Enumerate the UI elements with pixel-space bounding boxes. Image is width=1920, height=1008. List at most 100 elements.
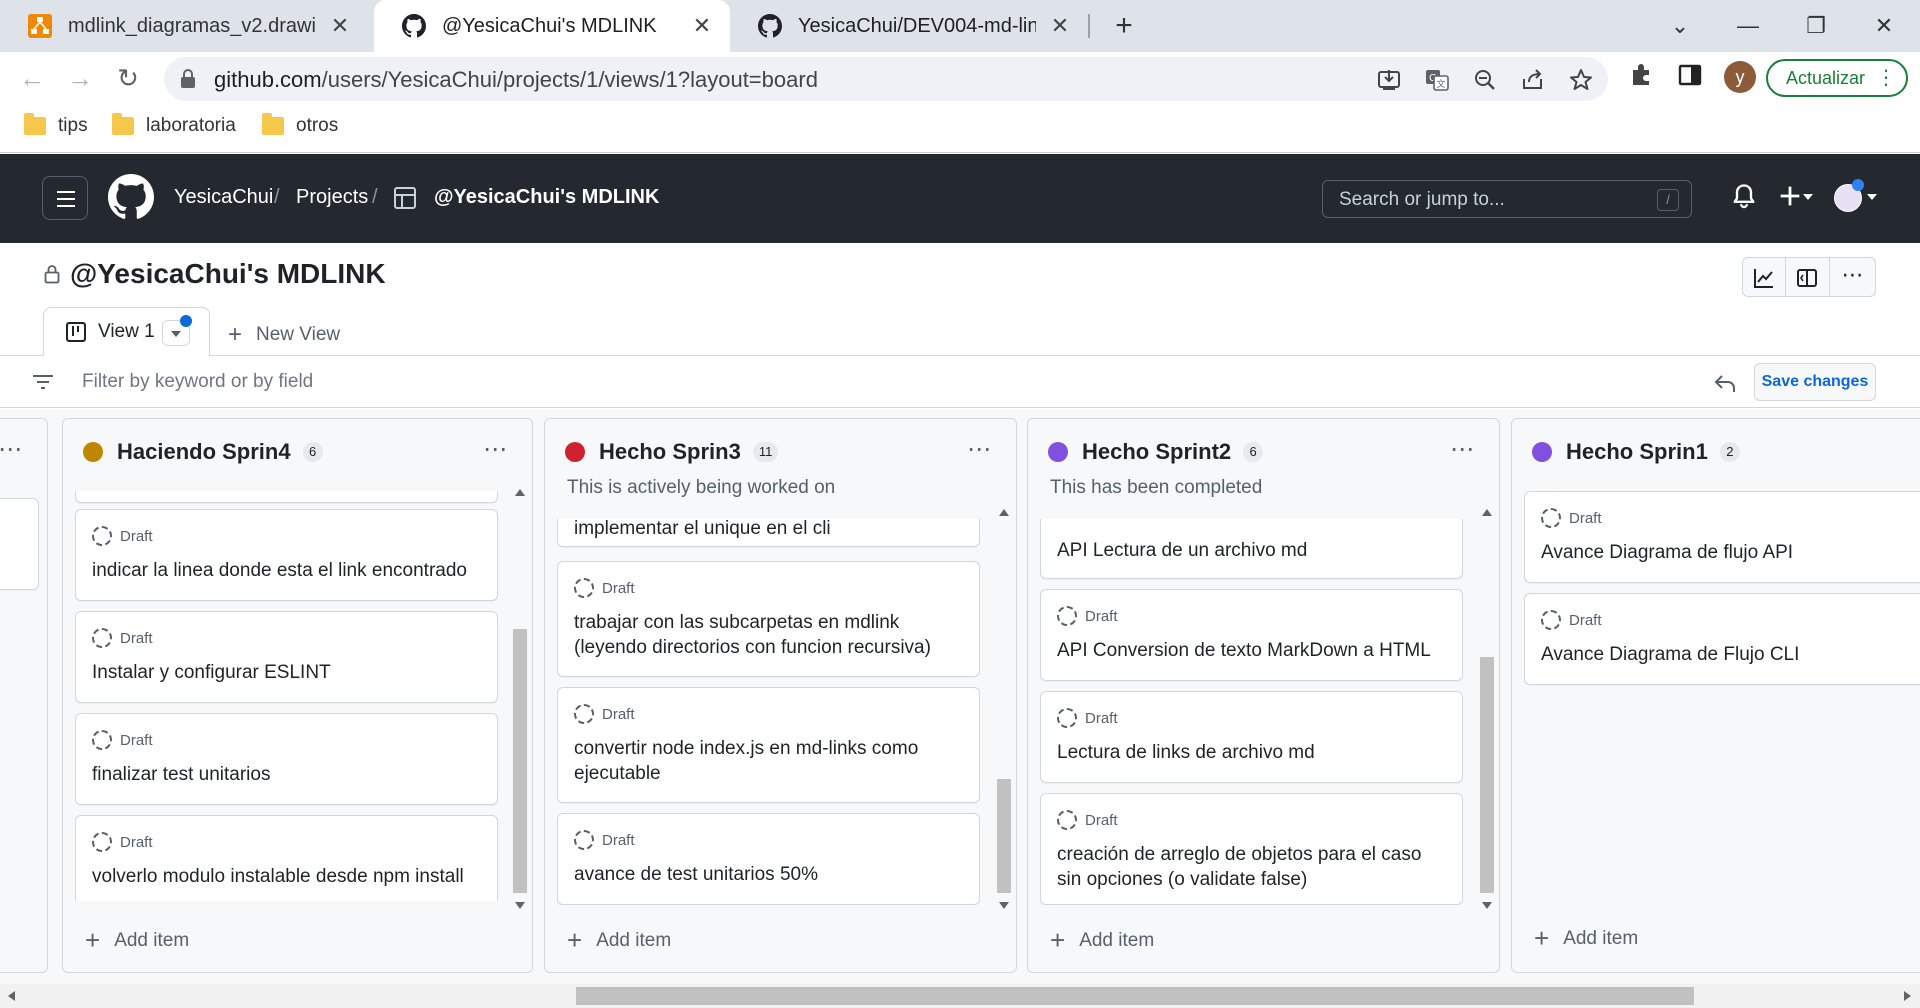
scrollbar-thumb[interactable] (513, 629, 527, 893)
close-tab-icon[interactable]: ✕ (690, 13, 714, 39)
close-tab-icon[interactable]: ✕ (1048, 13, 1072, 39)
add-item-button[interactable]: + Add item (85, 925, 189, 956)
translate-icon[interactable]: G文 (1424, 67, 1450, 93)
column-scrollbar[interactable] (512, 483, 528, 913)
column-scrollbar[interactable] (1479, 503, 1495, 913)
add-item-button[interactable]: + Add item (567, 925, 671, 956)
card-item[interactable]: implementar el unique en el cli (557, 519, 980, 547)
scrollbar-thumb[interactable] (997, 779, 1011, 893)
bookmark-star-icon[interactable] (1568, 67, 1594, 93)
breadcrumb-user[interactable]: YesicaChui (174, 186, 273, 209)
notifications-bell-icon[interactable] (1730, 182, 1758, 210)
scroll-up-arrow-icon[interactable] (515, 489, 525, 496)
card-item[interactable]: Draft creación de arreglo de objetos par… (1040, 793, 1463, 905)
card-title[interactable]: API Lectura de un archivo md (1057, 538, 1446, 563)
scroll-up-arrow-icon[interactable] (999, 509, 1009, 516)
scroll-down-arrow-icon[interactable] (515, 902, 525, 909)
address-bar[interactable]: github.com/users/YesicaChui/projects/1/v… (164, 57, 1608, 101)
browser-tab-repo[interactable]: YesicaChui/DEV004-md-links ✕ (730, 0, 1088, 52)
card-item[interactable]: Draft API Conversion de texto MarkDown a… (1040, 589, 1463, 681)
card-item[interactable]: Draft Avance Diagrama de flujo API (1524, 491, 1920, 583)
column-more-options-icon[interactable]: ⋯ (967, 435, 992, 464)
card-item[interactable]: Draft volverlo modulo instalable desde n… (75, 815, 498, 901)
discard-changes-undo-icon[interactable] (1712, 372, 1738, 394)
card-item[interactable]: Draft indicar la linea donde esta el lin… (75, 509, 498, 601)
close-tab-icon[interactable]: ✕ (328, 13, 352, 39)
bookmark-folder-otros[interactable]: otros (262, 113, 338, 137)
restore-window-icon[interactable]: ❐ (1796, 8, 1836, 44)
card-title[interactable]: implementar el unique en el cli (574, 519, 963, 541)
new-tab-button[interactable]: + (1106, 8, 1142, 44)
toggle-side-panel-button[interactable] (1786, 257, 1830, 297)
insights-button[interactable] (1742, 257, 1786, 297)
card-item[interactable]: Draft avance de test unitarios 50% (557, 813, 980, 905)
card-title[interactable]: indicar la linea donde esta el link enco… (92, 558, 481, 583)
column-more-options-icon[interactable]: ⋯ (483, 435, 508, 464)
column-more-options-icon[interactable]: ⋯ (1450, 435, 1475, 464)
new-view-button[interactable]: + New View (228, 321, 340, 349)
github-search-input[interactable]: Search or jump to... / (1322, 180, 1692, 218)
card-title[interactable]: Lectura de links de archivo md (1057, 740, 1446, 765)
card-title[interactable]: creación de arreglo de objetos para el c… (1057, 842, 1446, 892)
breadcrumb-projects[interactable]: Projects (296, 186, 368, 209)
scroll-down-arrow-icon[interactable] (1482, 902, 1492, 909)
card-title[interactable]: volverlo modulo instalable desde npm ins… (92, 864, 481, 889)
share-icon[interactable] (1520, 67, 1546, 93)
create-new-plus-icon[interactable] (1776, 182, 1804, 210)
browser-tab-drawio[interactable]: mdlink_diagramas_v2.drawio - di ✕ (0, 0, 368, 52)
card-title[interactable]: finalizar test unitarios (92, 762, 481, 787)
board-horizontal-scrollbar[interactable] (0, 984, 1920, 1008)
scrollbar-thumb[interactable] (576, 987, 1694, 1005)
card-partial[interactable] (75, 491, 498, 503)
filter-input[interactable] (82, 356, 1682, 408)
update-browser-button[interactable]: Actualizar ⋮ (1766, 59, 1908, 97)
add-item-button[interactable]: + Add item (1534, 923, 1638, 954)
card-item[interactable]: Draft trabajar con las subcarpetas en md… (557, 561, 980, 677)
card-item[interactable]: Draft Avance Diagrama de Flujo CLI (1524, 593, 1920, 685)
card-title[interactable]: API Conversion de texto MarkDown a HTML (1057, 638, 1446, 663)
bookmark-folder-tips[interactable]: tips (24, 113, 88, 137)
back-arrow-icon[interactable]: ← (14, 60, 50, 96)
card-item[interactable]: Draft Instalar y configurar ESLINT (75, 611, 498, 703)
global-nav-menu-button[interactable] (42, 176, 88, 220)
side-panel-icon[interactable] (1676, 61, 1704, 89)
tab-title: YesicaChui/DEV004-md-links (798, 14, 1036, 37)
card-title[interactable]: avance de test unitarios 50% (574, 862, 963, 887)
minimize-window-icon[interactable]: — (1728, 8, 1768, 44)
browser-tab-project[interactable]: @YesicaChui's MDLINK ✕ (374, 0, 730, 52)
card-partial[interactable] (0, 498, 39, 590)
github-logo-icon[interactable] (108, 174, 154, 220)
install-app-icon[interactable] (1376, 67, 1402, 93)
forward-arrow-icon[interactable]: → (62, 60, 98, 96)
zoom-out-icon[interactable] (1472, 67, 1498, 93)
scroll-left-arrow-icon[interactable] (8, 991, 15, 1001)
tab-search-chevron-icon[interactable]: ⌄ (1660, 8, 1700, 44)
filter-icon[interactable] (32, 374, 54, 390)
scroll-right-arrow-icon[interactable] (1904, 991, 1911, 1001)
card-title[interactable]: trabajar con las subcarpetas en mdlink (… (574, 610, 963, 660)
scroll-up-arrow-icon[interactable] (1482, 509, 1492, 516)
column-more-options-icon[interactable]: ⋯ (0, 435, 23, 464)
extensions-puzzle-icon[interactable] (1628, 61, 1656, 89)
card-title[interactable]: Avance Diagrama de Flujo CLI (1541, 642, 1920, 667)
browser-profile-avatar[interactable]: y (1724, 61, 1756, 93)
bookmark-folder-laboratoria[interactable]: laboratoria (112, 113, 236, 137)
tab-view-1[interactable]: View 1 (43, 307, 210, 357)
save-changes-button[interactable]: Save changes (1754, 363, 1876, 401)
card-title[interactable]: convertir node index.js en md-links como… (574, 736, 963, 786)
card-item[interactable]: Draft API Lectura de un archivo md (1040, 519, 1463, 579)
reload-icon[interactable]: ↻ (110, 60, 146, 96)
scroll-down-arrow-icon[interactable] (999, 902, 1009, 909)
card-item[interactable]: Draft finalizar test unitarios (75, 713, 498, 805)
card-title[interactable]: Avance Diagrama de flujo API (1541, 540, 1920, 565)
column-scrollbar[interactable] (996, 503, 1012, 913)
breadcrumb-project[interactable]: @YesicaChui's MDLINK (434, 186, 659, 209)
project-more-options-button[interactable]: ⋯ (1830, 257, 1876, 297)
card-title[interactable]: Instalar y configurar ESLINT (92, 660, 481, 685)
add-item-button[interactable]: + Add item (1050, 925, 1154, 956)
close-window-icon[interactable]: ✕ (1864, 8, 1904, 44)
card-item[interactable]: Draft convertir node index.js en md-link… (557, 687, 980, 803)
scrollbar-thumb[interactable] (1480, 657, 1494, 893)
card-item[interactable]: Draft Lectura de links de archivo md (1040, 691, 1463, 783)
browser-menu-icon[interactable]: ⋮ (1876, 61, 1896, 95)
